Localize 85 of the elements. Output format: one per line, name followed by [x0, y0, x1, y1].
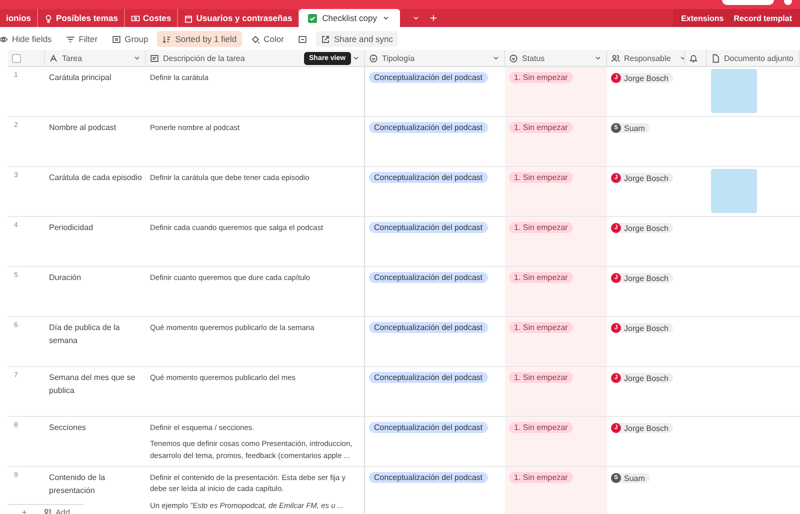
- bell-icon: [689, 54, 698, 62]
- assignee-name: Jorge Bosch: [624, 224, 668, 232]
- add-tab-button[interactable]: +: [430, 11, 437, 25]
- column-header[interactable]: Documento adjunto: [707, 50, 800, 67]
- status-tag: 1. Sin empezar: [509, 372, 573, 383]
- file-icon: [711, 54, 720, 62]
- type-tag: Conceptualización del podcast: [369, 172, 488, 183]
- column-header[interactable]: Status: [505, 50, 607, 67]
- type-tag: Conceptualización del podcast: [369, 372, 488, 383]
- table-tab[interactable]: Costes: [124, 9, 178, 27]
- toolbar-button[interactable]: Sorted by 1 field: [157, 31, 242, 47]
- users-icon: [611, 54, 620, 62]
- status-tag: 1. Sin empezar: [509, 322, 573, 333]
- users-icon: [42, 508, 52, 514]
- toolbar-button[interactable]: Filter: [60, 31, 103, 47]
- table-cell: Carátula principal: [45, 67, 146, 117]
- toolbar-button[interactable]: Hide fields: [0, 31, 57, 47]
- toolbar-button[interactable]: Share and sync: [316, 31, 398, 47]
- table-cell: Duración: [45, 267, 146, 317]
- banknote-icon: [130, 14, 140, 22]
- eye-icon: [0, 34, 8, 44]
- more-tabs-icon[interactable]: [412, 14, 420, 22]
- bulb-icon: [44, 14, 54, 22]
- chevron-down-icon[interactable]: [133, 54, 141, 62]
- select-all-checkbox[interactable]: [12, 54, 21, 62]
- filter-icon: [66, 34, 75, 44]
- row-height-icon: [298, 34, 307, 44]
- assignee-name: Jorge Bosch: [624, 374, 668, 382]
- share-icon: [320, 34, 330, 44]
- add-row-button[interactable]: +: [22, 508, 27, 514]
- toolbar-button[interactable]: Group: [106, 31, 154, 47]
- assignee-name: Suam: [624, 124, 645, 132]
- sort-icon: [162, 34, 172, 44]
- box-icon: [184, 14, 194, 22]
- avatar-icon[interactable]: [784, 0, 792, 5]
- header-link[interactable]: Record templat: [734, 14, 792, 22]
- column-header[interactable]: Responsable: [607, 50, 685, 67]
- select-field-icon: [369, 54, 378, 62]
- chevron-down-icon[interactable]: [382, 14, 390, 22]
- assignee-name: Jorge Bosch: [624, 274, 668, 282]
- type-tag: Conceptualización del podcast: [369, 272, 488, 283]
- table-cell: Semana del mes que se publica: [45, 367, 146, 417]
- assignee-name: Jorge Bosch: [624, 174, 668, 182]
- table-tab[interactable]: Posibles temas: [38, 9, 125, 27]
- type-tag: Conceptualización del podcast: [369, 422, 488, 433]
- type-tag: Conceptualización del podcast: [369, 472, 488, 483]
- status-tag: 1. Sin empezar: [509, 122, 573, 133]
- chevron-down-icon[interactable]: [352, 54, 360, 62]
- table-cell: Nombre al podcast: [45, 117, 146, 167]
- column-header[interactable]: Tarea: [45, 50, 146, 67]
- header-link[interactable]: Extensions: [681, 14, 724, 22]
- table-cell: Día de publica de la semana: [45, 317, 146, 367]
- status-tag: 1. Sin empezar: [509, 72, 573, 83]
- column-header[interactable]: [685, 50, 707, 67]
- toolbar-button[interactable]: Color: [246, 31, 289, 47]
- text-field-icon: [49, 54, 58, 62]
- assignee-name: Jorge Bosch: [624, 74, 668, 82]
- image-thumbnail[interactable]: [711, 169, 757, 213]
- status-tag: 1. Sin empezar: [509, 172, 573, 183]
- image-thumbnail[interactable]: [711, 69, 757, 113]
- chevron-down-icon[interactable]: [594, 54, 602, 62]
- checkbox-icon: [308, 14, 318, 22]
- table-tab[interactable]: Checklist copy: [299, 9, 400, 27]
- long-text-icon: [150, 54, 159, 62]
- column-header[interactable]: Tipología: [365, 50, 505, 67]
- status-tag: 1. Sin empezar: [509, 222, 573, 233]
- assignee-name: Jorge Bosch: [624, 424, 668, 432]
- type-tag: Conceptualización del podcast: [369, 222, 488, 233]
- group-icon: [112, 34, 121, 44]
- table-cell: Carátula de cada episodio: [45, 167, 146, 217]
- status-tag: 1. Sin empezar: [509, 422, 573, 433]
- assignee-name: Suam: [624, 474, 645, 482]
- type-tag: Conceptualización del podcast: [369, 72, 488, 83]
- table-cell: Periodicidad: [45, 217, 146, 267]
- type-tag: Conceptualización del podcast: [369, 122, 488, 133]
- top-bar-button[interactable]: [722, 0, 774, 5]
- paint-bucket-icon: [250, 34, 260, 44]
- table-cell: Secciones: [45, 417, 146, 467]
- type-tag: Conceptualización del podcast: [369, 322, 488, 333]
- table-tab[interactable]: ionios: [0, 9, 38, 27]
- assignee-name: Jorge Bosch: [624, 324, 668, 332]
- status-tag: 1. Sin empezar: [509, 472, 573, 483]
- chevron-down-icon[interactable]: [492, 54, 500, 62]
- select-field-icon: [509, 54, 518, 62]
- status-tag: 1. Sin empezar: [509, 272, 573, 283]
